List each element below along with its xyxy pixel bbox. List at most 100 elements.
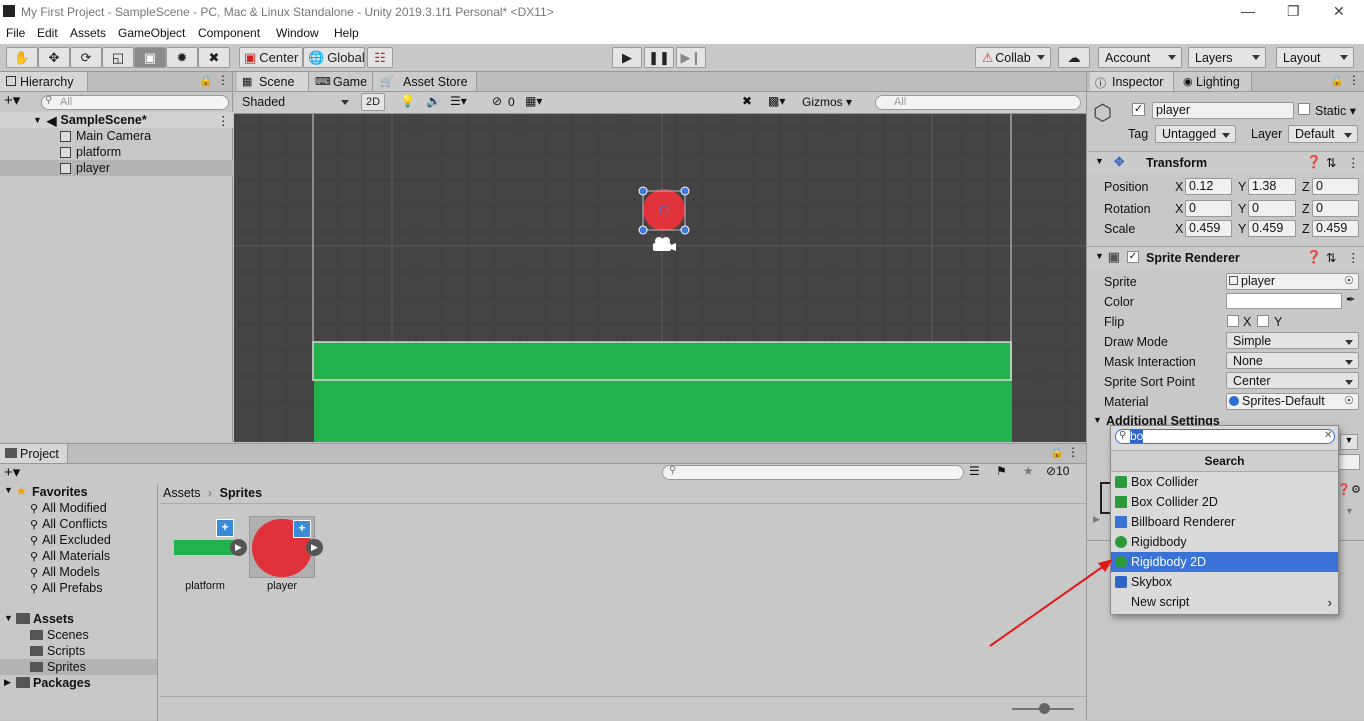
assets-label[interactable]: Assets (33, 612, 74, 626)
hidden-field[interactable] (1338, 454, 1360, 470)
breadcrumb-assets[interactable]: Assets (163, 486, 201, 500)
flip-y-checkbox[interactable] (1257, 315, 1269, 327)
menu-edit[interactable]: Edit (37, 26, 58, 40)
rotation-z-field[interactable]: 0 (1312, 200, 1359, 217)
static-checkbox[interactable] (1298, 103, 1310, 115)
cloud-icon[interactable]: ☁ (1058, 47, 1090, 68)
folder-scenes[interactable]: Scenes (30, 628, 89, 642)
object-name-input[interactable]: player (1152, 102, 1294, 119)
expand-sprite-icon[interactable]: ▶ (230, 539, 247, 556)
menu-file[interactable]: File (6, 26, 25, 40)
presets-icon[interactable]: ⇅ (1326, 155, 1336, 170)
position-z-field[interactable]: 0 (1312, 178, 1359, 195)
popup-item-box-collider[interactable]: Box Collider (1111, 472, 1338, 492)
scale-z-field[interactable]: 0.459 (1312, 220, 1359, 237)
play-button[interactable]: ▶ (612, 47, 642, 68)
popup-item-new-script[interactable]: New script › (1111, 592, 1338, 612)
layers-dropdown[interactable]: Layers (1188, 47, 1266, 68)
hierarchy-item-player[interactable]: player (0, 160, 233, 176)
hierarchy-item-main-camera[interactable]: Main Camera (0, 128, 233, 144)
filter-by-type-icon[interactable]: ☰ (969, 464, 980, 478)
position-x-field[interactable]: 0.12 (1185, 178, 1232, 195)
rotation-x-field[interactable]: 0 (1185, 200, 1232, 217)
menu-help[interactable]: Help (334, 26, 359, 40)
assets-arrow-icon[interactable]: ▼ (4, 613, 13, 623)
scale-x-field[interactable]: 0.459 (1185, 220, 1232, 237)
popup-item-billboard-renderer[interactable]: Billboard Renderer (1111, 512, 1338, 532)
hierarchy-search-input[interactable]: All (41, 95, 229, 110)
add-to-scene-icon[interactable]: + (293, 520, 311, 538)
hidden-dropdown-arrow[interactable]: ▼ (1340, 434, 1358, 450)
pivot-global-button[interactable]: 🌐 Global (303, 47, 365, 68)
minimize-icon[interactable]: — (1241, 3, 1255, 19)
presets-icon[interactable]: ⇅ (1326, 250, 1336, 265)
shading-dropdown[interactable]: Shaded (236, 93, 354, 111)
inspector-lock-icon[interactable]: 🔒 (1330, 74, 1344, 87)
help-icon[interactable]: ❓ (1306, 250, 1322, 265)
object-picker-icon[interactable]: ☉ (1344, 274, 1354, 287)
favorite-all-excluded[interactable]: ⚲ All Excluded (30, 533, 111, 547)
collab-dropdown[interactable]: ⚠ Collab (975, 47, 1051, 68)
favorite-all-models[interactable]: ⚲ All Models (30, 565, 100, 579)
sprite-field[interactable]: player (1226, 273, 1359, 290)
hierarchy-scene-row[interactable]: ▼ ◀ SampleScene* ⋮ (0, 112, 233, 128)
expand-sprite-icon[interactable]: ▶ (306, 539, 323, 556)
hand-tool-icon[interactable]: ✋ (6, 47, 38, 68)
project-menu-icon[interactable]: ⋮ (1067, 445, 1079, 459)
popup-search-input[interactable]: ⚲ bo ✕ (1115, 429, 1335, 444)
transform-header[interactable]: ▼ ✥ Transform ❓ ⇅ ⋮ (1087, 151, 1364, 173)
sprite-renderer-header[interactable]: ▼ ▣ ✓ Sprite Renderer ❓ ⇅ ⋮ (1087, 246, 1364, 268)
material-field[interactable]: Sprites-Default (1226, 393, 1359, 410)
grid-toggle-icon[interactable]: ▦▾ (525, 94, 542, 108)
popup-item-box-collider-2d[interactable]: Box Collider 2D (1111, 492, 1338, 512)
position-y-field[interactable]: 1.38 (1248, 178, 1296, 195)
hierarchy-item-platform[interactable]: platform (0, 144, 233, 160)
toggle-2d-button[interactable]: 2D (361, 93, 385, 111)
additional-settings-arrow-icon[interactable]: ▼ (1093, 415, 1102, 425)
packages-arrow-icon[interactable]: ▶ (4, 677, 11, 688)
tag-dropdown[interactable]: Untagged (1155, 125, 1236, 143)
player-sprite[interactable] (643, 189, 685, 231)
layout-dropdown[interactable]: Layout (1276, 47, 1354, 68)
scene-menu-icon[interactable]: ⋮ (217, 113, 230, 128)
scene-search-input[interactable]: All (875, 95, 1081, 110)
menu-window[interactable]: Window (276, 26, 319, 40)
project-create-plus-icon[interactable]: +▾ (4, 464, 20, 482)
lock-icon[interactable]: 🔒 (199, 74, 213, 87)
rotate-tool-icon[interactable]: ⟳ (70, 47, 102, 68)
packages-label[interactable]: Packages (33, 676, 91, 690)
menu-assets[interactable]: Assets (70, 26, 106, 40)
snap-icon[interactable]: ☷ (367, 47, 393, 68)
material-picker-icon[interactable]: ☉ (1344, 394, 1354, 407)
scene-viewport[interactable] (234, 114, 1086, 442)
tools-icon[interactable]: ✖ (742, 94, 752, 108)
flip-x-checkbox[interactable] (1227, 315, 1239, 327)
inspector-menu-icon[interactable]: ⋮ (1348, 73, 1360, 87)
audio-toggle-icon[interactable]: 🔊 (426, 94, 441, 108)
draw-mode-dropdown[interactable]: Simple (1226, 332, 1359, 349)
panel-menu-icon[interactable]: ⋮ (217, 73, 229, 87)
folder-sprites[interactable]: Sprites (30, 660, 86, 674)
create-plus-icon[interactable]: +▾ (4, 92, 20, 110)
maximize-icon[interactable]: ❐ (1287, 3, 1300, 20)
custom-tool-icon[interactable]: ✖ (198, 47, 230, 68)
hidden-objects-icon[interactable]: ⊘ (492, 94, 502, 108)
account-dropdown[interactable]: Account (1098, 47, 1182, 68)
favorite-all-modified[interactable]: ⚲ All Modified (30, 501, 107, 515)
project-search-input[interactable] (662, 465, 964, 480)
effects-toggle-icon[interactable]: ☰▾ (450, 94, 467, 108)
favorite-all-materials[interactable]: ⚲ All Materials (30, 549, 110, 563)
sprite-sort-point-dropdown[interactable]: Center (1226, 372, 1359, 389)
active-checkbox[interactable]: ✓ (1132, 103, 1145, 116)
popup-item-skybox[interactable]: Skybox (1111, 572, 1338, 592)
favorites-arrow-icon[interactable]: ▼ (4, 485, 13, 495)
additional-settings-label[interactable]: Additional Settings (1106, 414, 1220, 425)
add-to-scene-icon[interactable]: + (216, 519, 234, 537)
favorite-all-conflicts[interactable]: ⚲ All Conflicts (30, 517, 107, 531)
rect-tool-icon[interactable]: ▣ (134, 47, 166, 68)
component-menu-icon[interactable]: ⋮ (1347, 155, 1360, 170)
pivot-center-button[interactable]: ▣ Center (239, 47, 303, 68)
favorite-star-icon[interactable]: ★ (1023, 464, 1034, 478)
clear-search-icon[interactable]: ✕ (1324, 430, 1332, 441)
move-tool-icon[interactable]: ✥ (38, 47, 70, 68)
